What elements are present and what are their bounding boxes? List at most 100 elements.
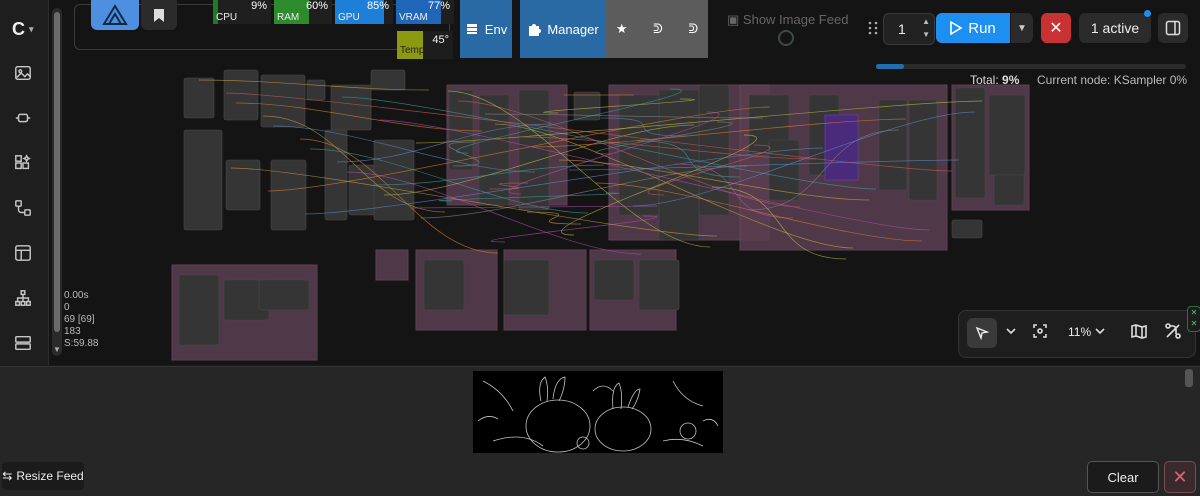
wand-icon[interactable]: ᕲ (653, 21, 663, 37)
total-label: Total: (970, 73, 999, 87)
run-options-dropdown[interactable]: ▼ (1011, 13, 1033, 43)
graph-node[interactable] (824, 114, 859, 181)
star-icon[interactable]: ★ (616, 21, 628, 37)
nodes-library-icon[interactable] (12, 152, 34, 174)
env-button[interactable]: Env (460, 0, 512, 58)
vram-label: VRAM (399, 12, 428, 23)
graph-node[interactable] (908, 99, 938, 201)
node-group[interactable] (375, 249, 409, 281)
close-icon: ✕ (1049, 20, 1063, 37)
graph-node[interactable] (225, 159, 261, 211)
graph-node[interactable] (270, 159, 307, 231)
graph-node[interactable] (324, 129, 348, 221)
feed-image-thumbnail[interactable] (473, 371, 723, 453)
manager-button[interactable]: Manager (520, 0, 606, 58)
chevron-down-icon: ▼ (1017, 22, 1027, 34)
workflows-icon[interactable] (12, 197, 34, 219)
toggle-links-icon[interactable] (1165, 323, 1181, 342)
models-icon[interactable] (12, 107, 34, 129)
manager-label: Manager (547, 21, 599, 37)
graph-node[interactable] (370, 69, 406, 91)
close-feed-button[interactable]: ✕ (1164, 461, 1196, 493)
stats-line: 0.00s (64, 290, 89, 301)
stats-line: 69 [69] (64, 314, 95, 325)
queue-icon[interactable] (12, 332, 34, 354)
cursor-icon (975, 326, 989, 340)
current-node-status: Current node: KSampler 0% (1037, 73, 1188, 87)
node-map-icon[interactable] (12, 287, 34, 309)
select-tool-button[interactable] (967, 318, 997, 348)
temp-meter: Temp 45° (397, 31, 453, 59)
wand-alt-icon[interactable]: ᕲ (688, 21, 698, 37)
scroll-down-arrow-icon[interactable]: ▼ (53, 345, 61, 354)
bookmark-button[interactable] (141, 0, 177, 30)
feed-scrollbar[interactable] (1185, 369, 1193, 387)
images-icon[interactable] (12, 62, 34, 84)
run-label: Run (968, 19, 996, 37)
scroll-thumb[interactable] (54, 12, 60, 332)
graph-node[interactable] (183, 129, 223, 231)
app-logo[interactable]: C ▾ (12, 18, 42, 40)
show-image-feed-label: Show Image Feed (742, 12, 849, 27)
graph-node[interactable] (993, 174, 1025, 206)
env-icon (466, 24, 477, 34)
total-value: 9% (1002, 73, 1020, 87)
refresh-icon[interactable] (778, 30, 794, 46)
resize-icon: ⇆ (2, 469, 13, 483)
graph-node[interactable] (183, 77, 215, 119)
active-queue-label: 1 active (1090, 20, 1140, 36)
batch-count-value[interactable]: 1 (898, 21, 906, 37)
image-icon: ▣ (727, 12, 740, 27)
gpu-label: GPU (338, 12, 360, 23)
templates-icon[interactable] (12, 242, 34, 264)
graph-node[interactable] (330, 84, 372, 131)
cpu-value: 9% (251, 0, 267, 12)
zoom-level[interactable]: 11% (1068, 325, 1091, 339)
puzzle-icon (529, 24, 542, 36)
graph-node[interactable] (988, 94, 1026, 176)
chevron-down-icon[interactable]: ▼ (922, 30, 930, 39)
play-icon (950, 21, 963, 35)
side-close-icon[interactable]: ✕ ✕ (1187, 306, 1200, 332)
graph-node[interactable] (373, 139, 415, 221)
graph-node[interactable] (593, 259, 635, 301)
notification-dot (1144, 10, 1151, 17)
active-queue-button[interactable]: 1 active (1079, 13, 1151, 43)
graph-node[interactable] (954, 87, 986, 199)
graph-node[interactable] (178, 274, 220, 346)
batch-count-stepper[interactable]: 1 ▲ ▼ (883, 13, 935, 45)
graph-node[interactable] (503, 259, 550, 316)
vram-value: 77% (427, 0, 450, 12)
chevron-up-icon[interactable]: ▲ (922, 17, 930, 26)
graph-node[interactable] (878, 99, 908, 191)
graph-node[interactable] (306, 79, 326, 101)
comfy-logo-button[interactable] (91, 0, 139, 30)
graph-node[interactable] (423, 259, 465, 311)
ram-value: 60% (305, 0, 328, 12)
graph-node[interactable] (478, 94, 510, 206)
tool-menu-chevron-icon[interactable] (1003, 323, 1019, 342)
progress-fill (876, 64, 904, 69)
show-image-feed-button[interactable]: ▣ Show Image Feed (727, 12, 848, 28)
stats-line: S:59.88 (64, 338, 99, 349)
cancel-run-button[interactable]: ✕ (1041, 13, 1071, 43)
comfy-logo-icon (102, 4, 128, 25)
temp-label: Temp (400, 45, 425, 56)
zoom-chevron-icon[interactable] (1092, 323, 1108, 342)
clear-feed-button[interactable]: Clear (1087, 461, 1159, 493)
drag-handle-icon[interactable] (867, 20, 879, 36)
graph-node[interactable] (951, 219, 983, 239)
graph-node[interactable] (223, 69, 259, 121)
fit-view-icon[interactable] (1032, 323, 1048, 342)
minimap-icon[interactable] (1131, 323, 1147, 342)
graph-node[interactable] (618, 94, 660, 216)
canvas-vertical-scrollbar[interactable]: ▼ (52, 8, 62, 356)
graph-node[interactable] (638, 259, 680, 311)
panel-icon (1165, 20, 1181, 36)
run-button[interactable]: Run (936, 13, 1010, 43)
resize-feed-button[interactable]: ⇆ Resize Feed (2, 462, 84, 490)
toggle-panel-button[interactable] (1158, 13, 1188, 43)
graph-node[interactable] (258, 279, 310, 311)
graph-node[interactable] (698, 84, 730, 216)
logo-letter: C (12, 18, 25, 39)
